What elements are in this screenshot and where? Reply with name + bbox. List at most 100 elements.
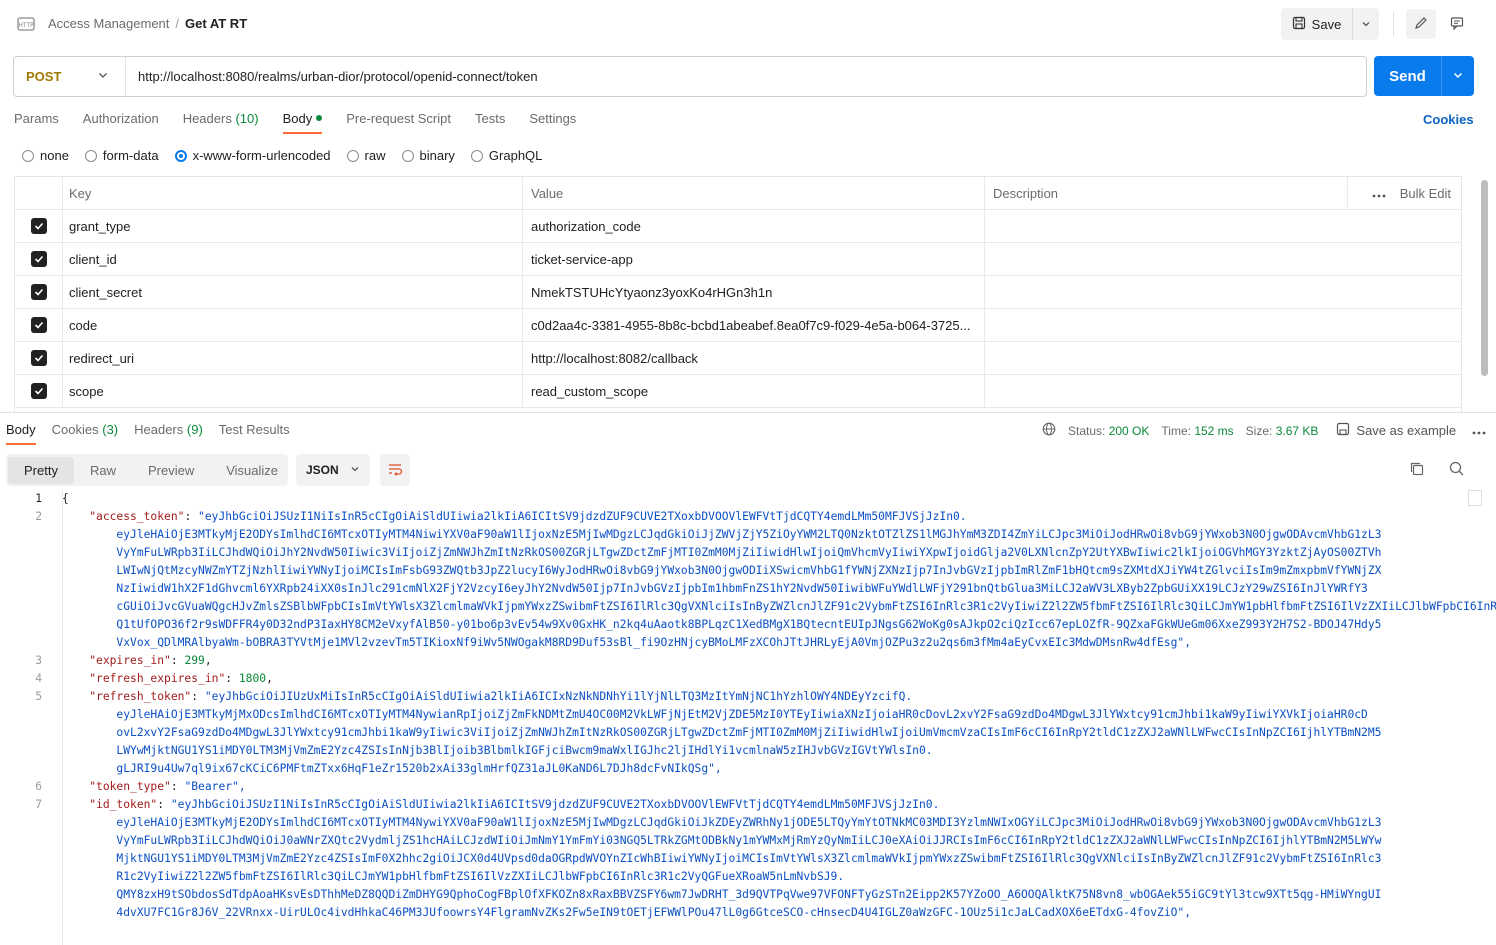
edit-button[interactable] bbox=[1406, 9, 1436, 39]
status-readout[interactable]: Status: 200 OK bbox=[1068, 424, 1149, 438]
row-checkbox[interactable] bbox=[30, 251, 47, 267]
save-button[interactable]: Save bbox=[1281, 8, 1353, 40]
param-value[interactable]: http://localhost:8082/callback bbox=[523, 342, 985, 374]
line-number bbox=[0, 598, 42, 616]
json-key: "token_type" bbox=[89, 780, 171, 793]
row-checkbox[interactable] bbox=[30, 383, 47, 399]
send-dropdown-button[interactable] bbox=[1441, 56, 1474, 96]
body-type-none[interactable]: none bbox=[22, 148, 69, 163]
bulk-edit-button[interactable]: Bulk Edit bbox=[1400, 186, 1451, 201]
response-tab-test-results[interactable]: Test Results bbox=[219, 422, 290, 445]
response-tab-cookies[interactable]: Cookies (3) bbox=[52, 422, 118, 445]
breadcrumb-collection[interactable]: Access Management bbox=[48, 16, 169, 31]
view-mode-pretty[interactable]: Pretty bbox=[8, 456, 74, 484]
code-text: VyYmFuLWRpb3IiLCJhdWQiOiJ0aWNrZXQtc2Vydm… bbox=[42, 832, 1381, 850]
format-label: JSON bbox=[306, 463, 339, 477]
http-request-icon: HTTP bbox=[16, 14, 36, 34]
param-key[interactable]: grant_type bbox=[63, 210, 523, 242]
tab-tests[interactable]: Tests bbox=[475, 111, 505, 134]
comments-button[interactable] bbox=[1442, 9, 1472, 39]
param-value[interactable]: read_custom_scope bbox=[523, 375, 985, 407]
size-readout[interactable]: Size: 3.67 KB bbox=[1246, 424, 1319, 438]
body-type-label: GraphQL bbox=[488, 148, 543, 163]
response-tab-headers[interactable]: Headers (9) bbox=[134, 422, 203, 445]
code-text: ovL2xvY2FsaG9zdDo4MDgwL3JlYWxtcy91cmJhbi… bbox=[42, 724, 1381, 742]
param-description[interactable] bbox=[985, 375, 1461, 407]
param-value[interactable]: authorization_code bbox=[523, 210, 985, 242]
more-options-icon[interactable] bbox=[1472, 424, 1486, 438]
param-description[interactable] bbox=[985, 309, 1461, 341]
radio[interactable] bbox=[346, 149, 359, 162]
response-tab-body[interactable]: Body bbox=[6, 422, 36, 445]
code-line: 6 "token_type": "Bearer", bbox=[0, 778, 1496, 796]
time-readout[interactable]: Time: 152 ms bbox=[1161, 424, 1233, 438]
param-value[interactable]: NmekTSTUHcYtyaonz3yoxKo4rHGn3h1n bbox=[523, 276, 985, 308]
tab-body[interactable]: Body bbox=[282, 111, 323, 134]
json-string-continuation: eyJleHAiOjE3MTkyMjE2ODYsImlhdCI6MTcxOTIy… bbox=[116, 528, 1382, 541]
param-key[interactable]: redirect_uri bbox=[63, 342, 523, 374]
send-button[interactable]: Send bbox=[1374, 56, 1441, 96]
row-checkbox[interactable] bbox=[30, 218, 47, 234]
tab-settings[interactable]: Settings bbox=[529, 111, 576, 134]
param-value[interactable]: ticket-service-app bbox=[523, 243, 985, 275]
code-text: "id_token": "eyJhbGciOiJSUzI1NiIsInR5cCI… bbox=[89, 798, 940, 811]
param-key[interactable]: client_secret bbox=[63, 276, 523, 308]
radio[interactable] bbox=[22, 149, 34, 162]
code-scrollbar[interactable] bbox=[1468, 490, 1482, 506]
radio[interactable] bbox=[470, 149, 483, 162]
tab-headers[interactable]: Headers (10) bbox=[183, 111, 259, 134]
table-rows: grant_type authorization_code client_id tic… bbox=[15, 210, 1461, 408]
param-description[interactable] bbox=[985, 210, 1461, 242]
code-text: "refresh_expires_in": 1800, bbox=[89, 672, 273, 685]
radio[interactable] bbox=[84, 149, 97, 162]
row-checkbox[interactable] bbox=[30, 284, 47, 300]
param-description[interactable] bbox=[985, 243, 1461, 275]
param-key[interactable]: code bbox=[63, 309, 523, 341]
line-number bbox=[0, 544, 42, 562]
view-mode-raw[interactable]: Raw bbox=[74, 457, 132, 484]
checkmark-icon bbox=[34, 222, 43, 230]
table-scrollbar[interactable] bbox=[1481, 180, 1488, 376]
request-name[interactable]: Get AT RT bbox=[185, 16, 247, 31]
globe-icon[interactable] bbox=[1042, 422, 1056, 439]
save-as-example-button[interactable]: Save as example bbox=[1336, 422, 1456, 439]
tab-authorization[interactable]: Authorization bbox=[83, 111, 159, 134]
response-tabs: Body Cookies (3) Headers (9) Test Result… bbox=[6, 422, 306, 445]
url-input[interactable] bbox=[126, 69, 1366, 84]
checkmark-icon bbox=[34, 288, 43, 296]
radio[interactable] bbox=[401, 149, 414, 162]
radio-selected[interactable] bbox=[174, 149, 187, 162]
tab-prerequest-script[interactable]: Pre-request Script bbox=[346, 111, 451, 134]
param-key[interactable]: scope bbox=[63, 375, 523, 407]
tab-params[interactable]: Params bbox=[14, 111, 59, 134]
cookies-link[interactable]: Cookies bbox=[1423, 112, 1474, 127]
view-mode-preview[interactable]: Preview bbox=[132, 457, 210, 484]
json-string-continuation: LWYwMjktNGU1YS1iMDY0LTM3MjVmZmE2Yzc4ZSIs… bbox=[116, 744, 933, 757]
view-mode-visualize[interactable]: Visualize bbox=[210, 457, 294, 484]
search-button[interactable] bbox=[1448, 460, 1466, 481]
json-key: "refresh_expires_in" bbox=[89, 672, 226, 685]
json-string-continuation: eyJleHAiOjE3MTkyMjE2ODYsImlhdCI6MTcxOTIy… bbox=[116, 816, 1382, 829]
copy-button[interactable] bbox=[1408, 460, 1426, 481]
param-key[interactable]: client_id bbox=[63, 243, 523, 275]
param-value[interactable]: c0d2aa4c-3381-4955-8b8c-bcbd1abeabef.8ea… bbox=[523, 309, 985, 341]
response-body-code[interactable]: 1{2 "access_token": "eyJhbGciOiJSUzI1NiI… bbox=[0, 490, 1496, 945]
body-type-binary[interactable]: binary bbox=[401, 148, 455, 163]
body-type-raw[interactable]: raw bbox=[346, 148, 386, 163]
save-dropdown-button[interactable] bbox=[1353, 8, 1379, 40]
param-description[interactable] bbox=[985, 342, 1461, 374]
format-select[interactable]: JSON bbox=[296, 454, 370, 486]
more-options-icon[interactable] bbox=[1372, 186, 1386, 201]
body-type-graphql[interactable]: GraphQL bbox=[470, 148, 543, 163]
body-type-urlencoded[interactable]: x-www-form-urlencoded bbox=[174, 148, 331, 163]
comment-icon bbox=[1450, 16, 1464, 33]
body-type-form-data[interactable]: form-data bbox=[84, 148, 159, 163]
json-number: 299 bbox=[184, 654, 205, 667]
response-meta: Status: 200 OK Time: 152 ms Size: 3.67 K… bbox=[1042, 422, 1486, 439]
wrap-lines-button[interactable] bbox=[380, 454, 410, 486]
method-select[interactable]: POST bbox=[14, 57, 126, 96]
param-description[interactable] bbox=[985, 276, 1461, 308]
copy-icon bbox=[1408, 462, 1426, 481]
row-checkbox[interactable] bbox=[30, 317, 47, 333]
row-checkbox[interactable] bbox=[30, 350, 47, 366]
